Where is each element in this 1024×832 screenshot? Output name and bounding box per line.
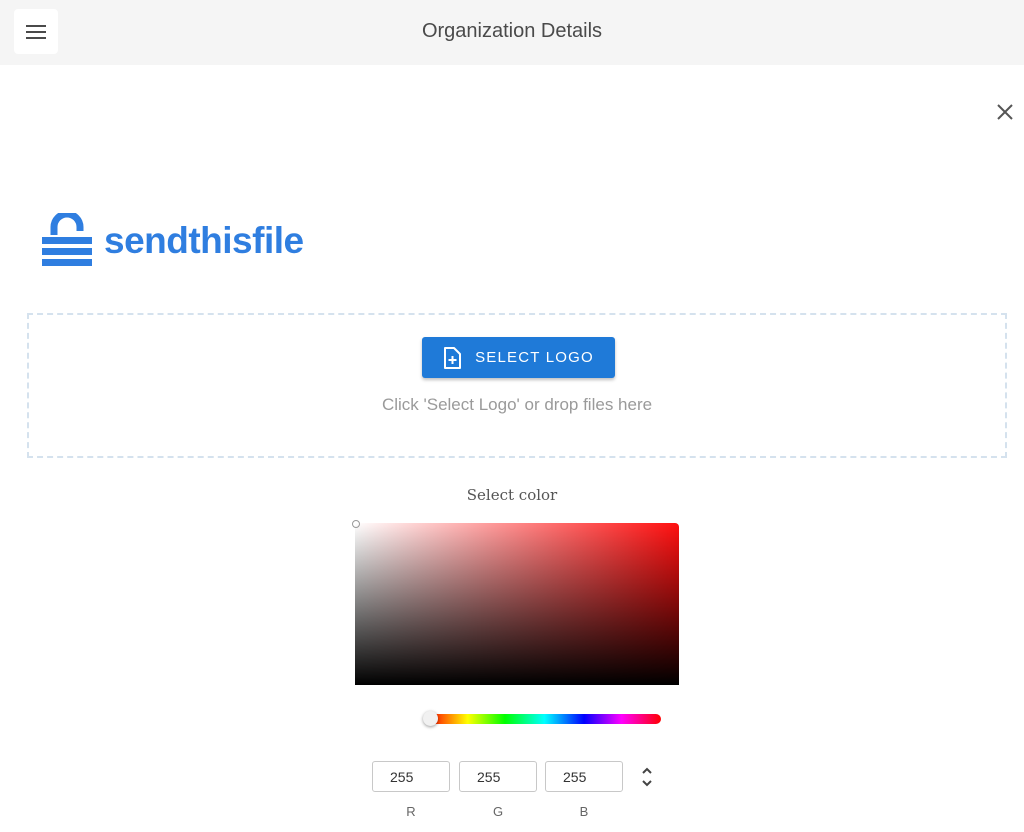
blue-label: B [579,804,589,819]
organization-logo: sendthisfile [42,213,304,269]
logo-dropzone[interactable]: SELECT LOGO Click 'Select Logo' or drop … [27,313,1007,458]
file-plus-icon [444,346,462,369]
blue-input[interactable] [545,761,623,792]
select-color-label: Select color [466,486,558,504]
select-logo-label: SELECT LOGO [475,349,594,366]
hue-slider-thumb[interactable] [423,711,438,726]
logo-text: sendthisfile [104,220,304,261]
saturation-value-picker[interactable] [352,520,679,685]
hue-slider[interactable] [423,711,661,726]
chevron-up-down-icon [642,767,652,787]
green-input[interactable] [459,761,537,792]
padlock-logo-icon [42,213,92,266]
color-format-toggle[interactable] [638,765,656,789]
green-label: G [492,804,504,819]
close-icon [997,104,1013,120]
red-label: R [406,804,416,819]
drop-hint: Click 'Select Logo' or drop files here [381,395,653,414]
red-input[interactable] [372,761,450,792]
page-title: Organization Details [421,20,603,42]
color-cursor[interactable] [352,520,360,528]
top-bar: Organization Details [0,0,1024,65]
select-logo-button[interactable]: SELECT LOGO [422,337,615,378]
close-button[interactable] [993,100,1017,124]
